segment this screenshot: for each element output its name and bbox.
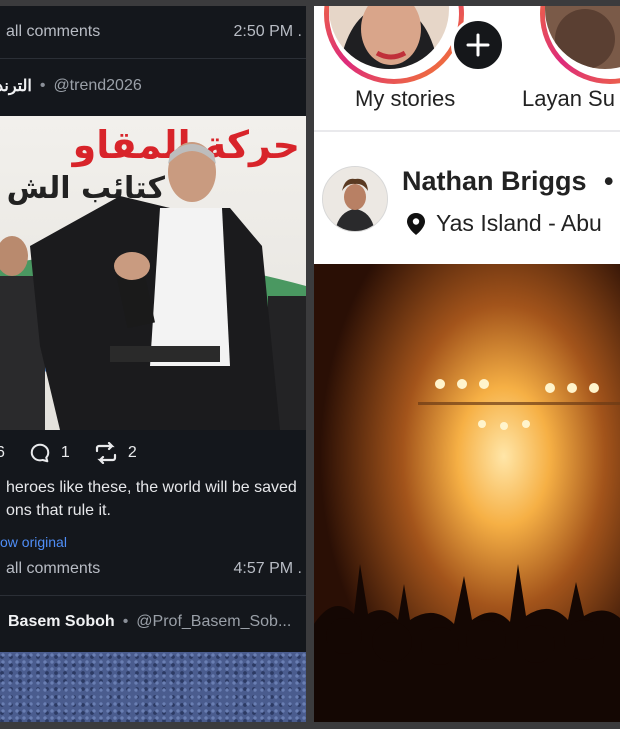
post-text-line: ons that rule it.: [6, 502, 111, 519]
story-avatar-layan[interactable]: [540, 6, 620, 84]
my-stories-label[interactable]: My stories: [355, 86, 455, 112]
post-timestamp: 4:57 PM .: [233, 560, 302, 577]
post-engagement-bar: 6 1 2: [0, 431, 306, 475]
left-feed-panel: all comments 2:50 PM . الترند • @trend20…: [0, 6, 306, 722]
add-story-button[interactable]: [451, 18, 505, 72]
stories-divider: [314, 130, 620, 132]
view-all-comments-row-2[interactable]: all comments 4:57 PM .: [0, 543, 306, 596]
poster-name[interactable]: Nathan Briggs •: [402, 166, 614, 197]
likes-count: 6: [0, 444, 5, 461]
story-avatar-image: [329, 6, 449, 69]
reposts-stat[interactable]: 2: [94, 442, 137, 464]
post-body-text: heroes like these, the world will be sav…: [0, 476, 306, 522]
post-location[interactable]: Yas Island - Abu: [406, 210, 602, 237]
next-post-image[interactable]: [0, 652, 306, 722]
author-name[interactable]: Basem Soboh: [8, 613, 115, 631]
story-label-layan[interactable]: Layan Su: [522, 86, 615, 112]
story-avatar-image: [545, 6, 620, 69]
location-pin-icon: [407, 212, 425, 235]
likes-stat[interactable]: 6: [0, 444, 5, 462]
poster-avatar[interactable]: [322, 166, 388, 232]
repost-icon: [95, 442, 116, 464]
reposts-count: 2: [127, 444, 137, 461]
comments-count: 1: [60, 444, 70, 461]
banner-text-black: كتائب الش: [7, 171, 166, 206]
post-author-row[interactable]: الترند • @trend2026: [0, 58, 306, 114]
post-image-concert[interactable]: [314, 264, 620, 722]
location-text[interactable]: Yas Island - Abu: [436, 210, 602, 237]
author-handle[interactable]: @trend2026: [53, 77, 141, 95]
author-name[interactable]: الترند: [0, 76, 32, 96]
post-image[interactable]: حركة المقاو كتائب الش: [0, 116, 306, 430]
post-timestamp: 2:50 PM .: [233, 23, 302, 40]
my-story-avatar[interactable]: [324, 6, 464, 84]
concert-photo: [314, 264, 620, 722]
comments-stat[interactable]: 1: [29, 442, 70, 464]
author-handle[interactable]: @Prof_Basem_Sob...: [136, 613, 291, 631]
separator-dot: •: [122, 613, 129, 630]
separator-dot: •: [39, 77, 46, 94]
view-all-comments-row[interactable]: all comments 2:50 PM .: [0, 6, 306, 59]
next-post-author-row[interactable]: Basem Soboh • @Prof_Basem_Sob...: [0, 594, 306, 650]
avatar-image: [323, 167, 387, 231]
view-all-comments-link[interactable]: all comments: [0, 23, 100, 41]
plus-icon: [466, 33, 490, 57]
view-all-comments-link[interactable]: all comments: [0, 560, 100, 578]
comment-bubble-icon: [30, 443, 50, 463]
post-photo-illustration: حركة المقاو كتائب الش: [0, 116, 306, 430]
poster-name-text[interactable]: Nathan Briggs: [402, 166, 587, 196]
post-text-line: heroes like these, the world will be sav…: [6, 479, 297, 496]
separator-dot: •: [604, 166, 614, 196]
right-app-panel: My stories Layan Su Nathan Briggs • Yas …: [314, 6, 620, 722]
